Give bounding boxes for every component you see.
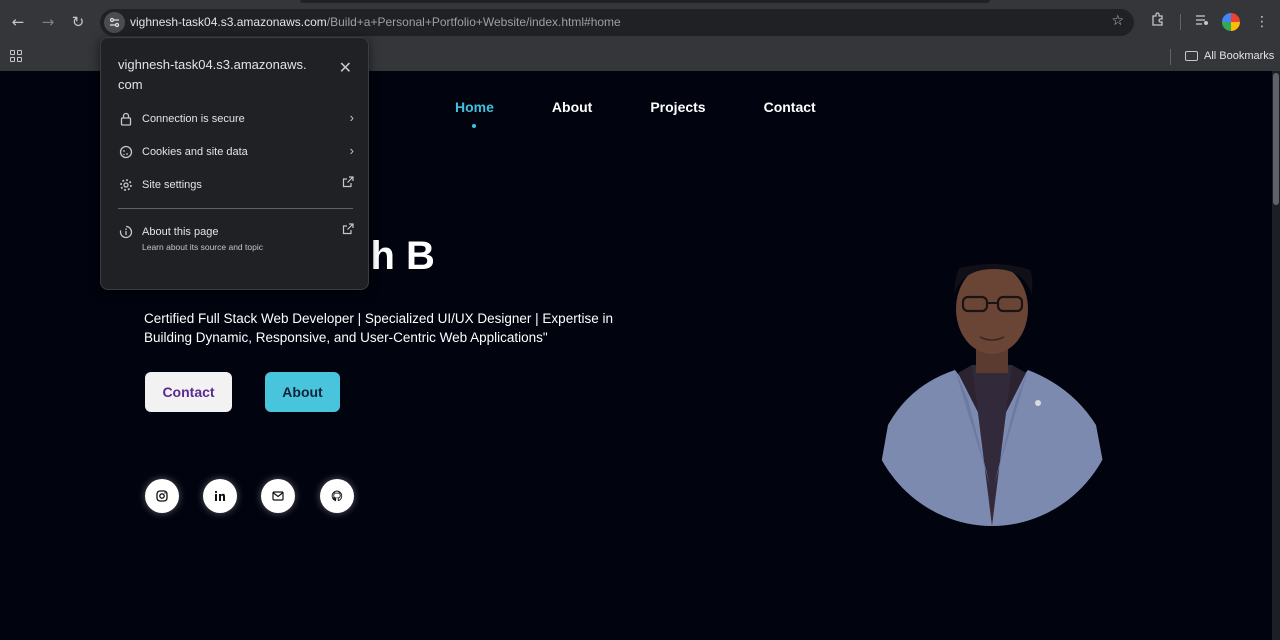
github-icon[interactable] [320, 479, 354, 513]
media-queue-icon[interactable] [1192, 12, 1212, 32]
chevron-right-icon: › [349, 110, 354, 125]
cookies-row[interactable]: Cookies and site data › [118, 142, 354, 162]
about-page-label: About this page [142, 226, 219, 238]
apps-grid-icon[interactable] [10, 50, 22, 62]
hero-tagline: Certified Full Stack Web Developer | Spe… [144, 311, 613, 345]
bookmark-star-icon[interactable]: ☆ [1111, 13, 1124, 29]
extensions-icon[interactable] [1148, 12, 1168, 32]
chevron-right-icon: › [349, 143, 354, 158]
forward-icon[interactable]: → [38, 12, 58, 32]
linkedin-icon[interactable] [203, 479, 237, 513]
cookie-icon [118, 144, 134, 160]
bookmarks-separator [1170, 49, 1171, 65]
address-bar[interactable]: vighnesh-task04.s3.amazonaws.com/Build+a… [100, 9, 1134, 36]
url-text[interactable]: vighnesh-task04.s3.amazonaws.com/Build+a… [130, 15, 621, 29]
about-page-icon [118, 224, 134, 240]
instagram-icon[interactable] [145, 479, 179, 513]
lock-icon [118, 111, 134, 127]
profile-avatar[interactable] [1222, 13, 1242, 33]
nav-about[interactable]: About [552, 99, 592, 115]
scroll-thumb[interactable] [1273, 73, 1279, 205]
profile-photo [865, 264, 1119, 526]
menu-kebab-icon[interactable]: ⋮ [1252, 12, 1272, 32]
contact-button[interactable]: Contact [145, 372, 232, 412]
about-page-sublabel: Learn about its source and topic [142, 242, 263, 252]
all-bookmarks-button[interactable]: All Bookmarks [1185, 50, 1274, 62]
scrollbar[interactable] [1272, 71, 1280, 640]
all-bookmarks-label: All Bookmarks [1204, 50, 1275, 62]
nav-contact[interactable]: Contact [764, 99, 816, 115]
nav-home[interactable]: Home [455, 99, 494, 128]
folder-icon [1185, 51, 1198, 61]
site-info-popup: vighnesh-task04.s3.amazonaws.com ✕ Conne… [100, 37, 369, 290]
connection-secure-label: Connection is secure [142, 113, 245, 125]
cookies-label: Cookies and site data [142, 146, 248, 158]
about-page-row[interactable]: About this page [118, 222, 354, 242]
site-settings-label: Site settings [142, 179, 202, 191]
about-button[interactable]: About [265, 372, 340, 412]
connection-secure-row[interactable]: Connection is secure › [118, 109, 354, 129]
nav-projects[interactable]: Projects [650, 99, 705, 115]
mail-icon[interactable] [261, 479, 295, 513]
reload-icon[interactable]: ↻ [68, 12, 88, 32]
popup-divider [118, 208, 353, 209]
open-external-icon [342, 223, 354, 238]
url-host: vighnesh-task04.s3.amazonaws.com [130, 15, 327, 29]
gear-icon [118, 177, 134, 193]
close-icon[interactable]: ✕ [339, 58, 352, 78]
site-info-icon[interactable] [104, 12, 125, 33]
popup-host: vighnesh-task04.s3.amazonaws.com [118, 57, 307, 92]
back-icon[interactable]: ← [8, 12, 28, 32]
open-external-icon [342, 176, 354, 191]
toolbar-separator [1180, 14, 1181, 30]
site-nav: Home About Projects Contact [455, 99, 816, 128]
url-path: /Build+a+Personal+Portfolio+Website/inde… [326, 15, 621, 29]
site-settings-row[interactable]: Site settings [118, 175, 354, 195]
